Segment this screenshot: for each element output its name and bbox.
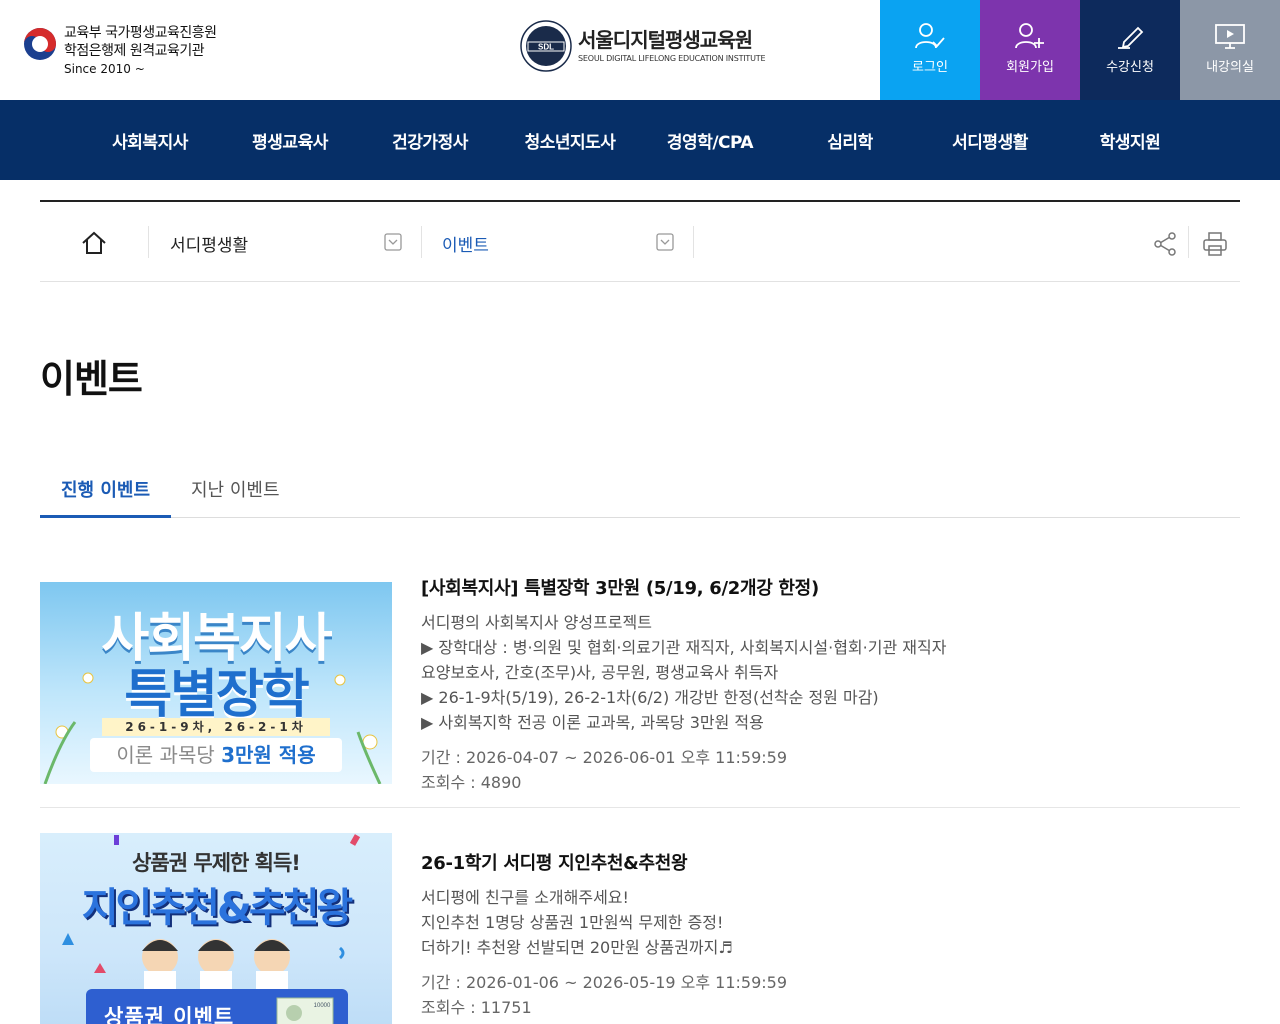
nav-healthy-family[interactable]: 건강가정사 xyxy=(392,128,468,153)
chevron-down-icon[interactable] xyxy=(384,233,402,251)
pen-icon xyxy=(1118,26,1144,49)
signup-button[interactable]: 회원가입 xyxy=(980,0,1080,100)
nav-student-support[interactable]: 학생지원 xyxy=(1100,128,1161,153)
event-tabs: 진행 이벤트 지난 이벤트 xyxy=(40,462,1240,518)
offer-prefix: 이론 과목당 xyxy=(116,743,222,767)
banknote-value: 10000 xyxy=(314,1003,331,1009)
event-description: 서디평에 친구를 소개해주세요! 지인추천 1명당 상품권 1만원씩 무제한 증… xyxy=(421,885,733,960)
sdl-seal-icon: SDL xyxy=(520,20,572,72)
event-desc-line: ▶ 26-1-9차(5/19), 26-2-1차(6/2) 개강반 한정(선착순… xyxy=(421,688,879,707)
thumbnail-headline: 상품권 무제한 획득! xyxy=(132,851,301,875)
location-divider xyxy=(693,226,694,258)
site-header: 교육부 국가평생교육진흥원 학점은행제 원격교육기관 Since 2010 ~ … xyxy=(0,0,1280,100)
my-classroom-label: 내강의실 xyxy=(1206,60,1254,75)
event-title[interactable]: 26-1학기 서디평 지인추천&추천왕 xyxy=(421,849,688,875)
tab-ongoing-events[interactable]: 진행 이벤트 xyxy=(40,476,171,518)
thumbnail-subheadline: 특별장학 xyxy=(124,665,309,725)
nav-business-cpa[interactable]: 경영학/CPA xyxy=(667,128,754,153)
event-title[interactable]: [사회복지사] 특별장학 3만원 (5/19, 6/2개강 한정) xyxy=(421,574,819,600)
event-desc-line: ▶ 장학대상 : 병·의원 및 협회·의료기관 재직자, 사회복지시설·협회·기… xyxy=(421,638,947,657)
location-divider xyxy=(148,226,149,258)
event-description: 서디평의 사회복지사 양성프로젝트 ▶ 장학대상 : 병·의원 및 협회·의료기… xyxy=(421,610,946,735)
event-desc-line: ▶ 사회복지학 전공 이론 교과목, 과목당 3만원 적용 xyxy=(421,713,764,732)
monitor-icon xyxy=(1215,24,1245,49)
thumbnail-cohort-band: 26-1-9차, 26-2-1차 xyxy=(102,718,330,736)
course-apply-label: 수강신청 xyxy=(1106,60,1154,75)
login-button[interactable]: 로그인 xyxy=(880,0,980,100)
event-desc-line: 지인추천 1명당 상품권 1만원씩 무제한 증정! xyxy=(421,913,724,932)
offer-amount: 3만원 적용 xyxy=(221,743,316,767)
event-item[interactable]: 상품권 무제한 획득! 지인추천&추천왕 상품권 이벤트 10000 26-1학… xyxy=(40,833,1240,1024)
event-desc-line: 서디평에 친구를 소개해주세요! xyxy=(421,888,629,907)
nav-psychology[interactable]: 심리학 xyxy=(827,128,873,153)
event-period: 기간 : 2026-04-07 ~ 2026-06-01 오후 11:59:59 xyxy=(421,748,788,767)
event-item[interactable]: 사회복지사 특별장학 26-1-9차, 26-2-1차 이론 과목당 3만원 적… xyxy=(40,570,1240,808)
nav-social-worker[interactable]: 사회복지사 xyxy=(112,128,188,153)
brand-logo[interactable]: SDL 서울디지털평생교육원 SEOUL DIGITAL LIFELONG ED… xyxy=(520,20,766,72)
event-thumbnail[interactable]: 상품권 무제한 획득! 지인추천&추천왕 상품권 이벤트 10000 xyxy=(40,833,392,1024)
brand-sub: SEOUL DIGITAL LIFELONG EDUCATION INSTITU… xyxy=(578,54,766,63)
event-views: 조회수 : 11751 xyxy=(421,998,532,1017)
nav-youth-instructor[interactable]: 청소년지도사 xyxy=(525,128,616,153)
taegeuk-emblem-icon xyxy=(24,28,56,60)
thumbnail-offer-strip: 이론 과목당 3만원 적용 xyxy=(90,738,342,772)
main-navigation: 사회복지사 평생교육사 건강가정사 청소년지도사 경영학/CPA 심리학 서디평… xyxy=(0,100,1280,180)
gov-since: Since 2010 ~ xyxy=(64,62,145,76)
location-divider xyxy=(421,226,422,258)
nav-campus-life[interactable]: 서디평생활 xyxy=(952,128,1028,153)
thumbnail-voucher-text: 상품권 이벤트 xyxy=(104,1005,235,1024)
event-desc-line: 더하기! 추천왕 선발되면 20만원 상품권까지♬ xyxy=(421,938,733,957)
gov-line2: 학점은행제 원격교육기관 xyxy=(64,43,205,59)
tab-past-events[interactable]: 지난 이벤트 xyxy=(191,476,280,518)
location-divider xyxy=(1188,226,1189,258)
user-check-icon xyxy=(915,23,945,49)
signup-label: 회원가입 xyxy=(1006,60,1054,75)
chevron-down-icon[interactable] xyxy=(656,233,674,251)
login-label: 로그인 xyxy=(912,60,948,75)
nav-lifelong-educator[interactable]: 평생교육사 xyxy=(252,128,328,153)
event-thumbnail[interactable]: 사회복지사 특별장학 26-1-9차, 26-2-1차 이론 과목당 3만원 적… xyxy=(40,582,392,784)
print-icon[interactable] xyxy=(1202,231,1228,257)
location-bar: 서디평생활 이벤트 xyxy=(40,200,1240,282)
my-classroom-button[interactable]: 내강의실 xyxy=(1180,0,1280,100)
event-desc-line: 요양보호사, 간호(조무)사, 공무원, 평생교육사 취득자 xyxy=(421,663,779,682)
brand-name: 서울디지털평생교육원 xyxy=(578,28,753,52)
moe-logo[interactable]: 교육부 국가평생교육진흥원 학점은행제 원격교육기관 Since 2010 ~ xyxy=(22,24,217,78)
thumbnail-subheadline: 지인추천&추천왕 xyxy=(81,885,353,931)
course-apply-button[interactable]: 수강신청 xyxy=(1080,0,1180,100)
event-views: 조회수 : 4890 xyxy=(421,773,522,792)
event-period: 기간 : 2026-01-06 ~ 2026-05-19 오후 11:59:59 xyxy=(421,973,788,992)
location-depth1[interactable]: 서디평생활 xyxy=(170,231,248,256)
event-meta: 기간 : 2026-04-07 ~ 2026-06-01 오후 11:59:59… xyxy=(421,745,787,795)
gov-line1: 교육부 국가평생교육진흥원 xyxy=(64,25,217,41)
home-icon[interactable] xyxy=(80,231,108,255)
page-title: 이벤트 xyxy=(40,357,143,401)
thumbnail-voucher-band: 상품권 이벤트 10000 xyxy=(86,989,348,1024)
share-icon[interactable] xyxy=(1153,232,1177,256)
location-depth2[interactable]: 이벤트 xyxy=(442,231,489,256)
brand-seal-text: SDL xyxy=(538,43,554,52)
user-plus-icon xyxy=(1015,23,1044,49)
event-meta: 기간 : 2026-01-06 ~ 2026-05-19 오후 11:59:59… xyxy=(421,970,787,1020)
event-desc-line: 서디평의 사회복지사 양성프로젝트 xyxy=(421,613,652,632)
banknote-icon: 10000 xyxy=(276,997,334,1024)
